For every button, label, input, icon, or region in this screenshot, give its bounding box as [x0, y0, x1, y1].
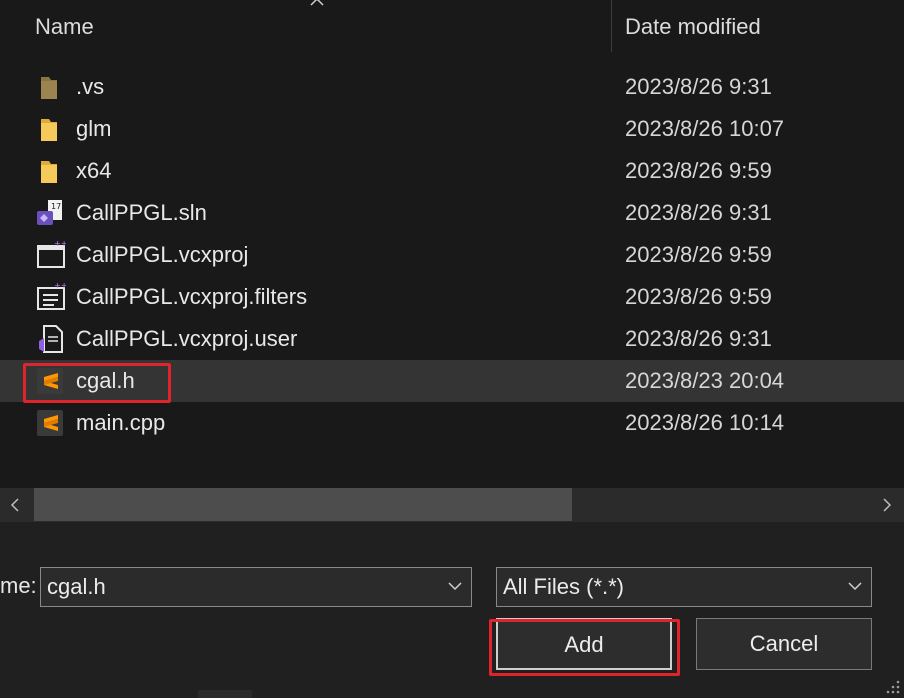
file-date: 2023/8/26 10:14 — [625, 410, 785, 435]
dialog-footer — [0, 522, 904, 698]
file-name-label: me: — [0, 573, 37, 598]
folder-icon — [41, 119, 57, 141]
folder-icon — [41, 161, 57, 183]
column-header: Name Date modified — [0, 0, 904, 52]
file-date: 2023/8/23 20:04 — [625, 368, 785, 393]
svg-text:++: ++ — [54, 283, 66, 290]
file-name: main.cpp — [76, 410, 166, 435]
annotation-highlight-add-button — [489, 619, 680, 676]
file-name: glm — [76, 116, 112, 141]
file-row[interactable]: glm 2023/8/26 10:07 — [0, 108, 904, 150]
svg-text:17: 17 — [51, 202, 61, 211]
footer-strip — [198, 690, 252, 698]
svg-text:++: ++ — [54, 241, 66, 248]
file-row[interactable]: CallPPGL.vcxproj.user 2023/8/26 9:31 — [0, 318, 904, 360]
file-row[interactable]: ++ CallPPGL.vcxproj.filters 2023/8/26 9:… — [0, 276, 904, 318]
file-type-filter-value: All Files (*.*) — [503, 574, 625, 599]
file-name: x64 — [76, 158, 112, 183]
chevron-down-icon[interactable] — [847, 581, 863, 591]
file-date: 2023/8/26 9:59 — [625, 158, 772, 183]
column-date-header[interactable]: Date modified — [625, 14, 761, 40]
file-name: .vs — [76, 74, 105, 99]
column-name-header[interactable]: Name — [35, 14, 94, 40]
sublime-file-icon — [37, 410, 63, 436]
column-divider[interactable] — [611, 0, 612, 52]
resize-grip-icon[interactable] — [880, 676, 902, 696]
file-row[interactable]: 17 CallPPGL.sln 2023/8/26 9:31 — [0, 192, 904, 234]
chevron-up-icon[interactable] — [309, 0, 325, 6]
file-name: CallPPGL.vcxproj.user — [76, 326, 298, 351]
file-name: CallPPGL.vcxproj.filters — [76, 284, 308, 309]
scroll-right-arrow-icon[interactable] — [882, 498, 892, 512]
vs-solution-icon: 17 — [37, 200, 62, 225]
file-row[interactable]: ++ CallPPGL.vcxproj 2023/8/26 9:59 — [0, 234, 904, 276]
file-name-combobox[interactable]: cgal.h — [40, 567, 472, 607]
file-date: 2023/8/26 9:59 — [625, 242, 772, 267]
file-name-input[interactable]: cgal.h — [47, 574, 106, 600]
file-name: CallPPGL.sln — [76, 200, 207, 225]
file-row[interactable]: .vs 2023/8/26 9:31 — [0, 66, 904, 108]
scroll-left-arrow-icon[interactable] — [10, 498, 20, 512]
file-date: 2023/8/26 10:07 — [625, 116, 785, 141]
folder-hidden-icon — [41, 77, 57, 99]
vs-user-file-icon — [39, 325, 63, 353]
vcxproj-icon: ++ — [37, 241, 66, 268]
file-row[interactable]: x64 2023/8/26 9:59 — [0, 150, 904, 192]
file-date: 2023/8/26 9:31 — [625, 74, 772, 99]
chevron-down-icon[interactable] — [447, 581, 463, 591]
file-date: 2023/8/26 9:31 — [625, 326, 772, 351]
file-row[interactable]: main.cpp 2023/8/26 10:14 — [0, 402, 904, 444]
cancel-button[interactable]: Cancel — [696, 618, 872, 670]
scrollbar-thumb[interactable] — [34, 488, 572, 521]
annotation-highlight-selected-file — [23, 363, 171, 403]
horizontal-scrollbar[interactable] — [0, 488, 904, 522]
vcxproj-filters-icon: ++ — [37, 283, 66, 310]
file-type-filter-select[interactable]: All Files (*.*) — [496, 567, 872, 607]
file-date: 2023/8/26 9:59 — [625, 284, 772, 309]
file-date: 2023/8/26 9:31 — [625, 200, 772, 225]
file-name: CallPPGL.vcxproj — [76, 242, 249, 267]
